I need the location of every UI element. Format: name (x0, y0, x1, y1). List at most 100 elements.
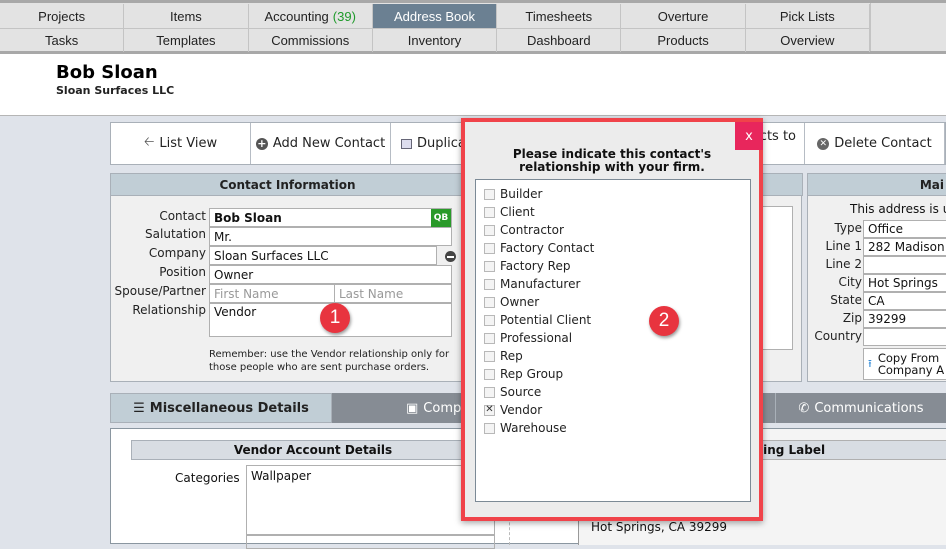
address-type-field[interactable]: Office (863, 220, 946, 238)
company-label: Company (148, 246, 206, 260)
main-address-panel: This address is u Type Office Line 1 282… (807, 196, 946, 382)
relationship-option[interactable]: Factory Rep (484, 257, 570, 275)
checkbox-unchecked[interactable] (484, 350, 495, 362)
address-city-field[interactable]: Hot Springs (863, 274, 946, 292)
nav-pick-lists[interactable]: Pick Lists (746, 4, 870, 28)
tab-misc-label: Miscellaneous Details (149, 400, 309, 416)
address-zip-field[interactable]: 39299 (863, 310, 946, 328)
checkbox-unchecked[interactable] (484, 242, 495, 254)
nav-overture[interactable]: Overture (621, 4, 746, 28)
relationship-option[interactable]: ✕ Vendor (484, 401, 542, 419)
address-usage-note: This address is u (850, 202, 946, 216)
categories-field[interactable]: Wallpaper (246, 465, 495, 535)
relationship-option[interactable]: Warehouse (484, 419, 567, 437)
nav-templates[interactable]: Templates (124, 29, 249, 52)
relationship-options-list: Builder Client Contractor Factory Contact Fa… (475, 179, 751, 502)
copy-upload-icon: ⭱ (868, 356, 872, 370)
nav-products[interactable]: Products (621, 29, 746, 52)
middle-panel-header (757, 173, 803, 196)
spouse-first-name-field[interactable]: First Name (209, 284, 335, 303)
relationship-selection-dialog: x Please indicate this contact's relatio… (461, 118, 763, 521)
contact-name-field[interactable]: Bob Sloan QB (209, 208, 452, 227)
relationship-option[interactable]: Manufacturer (484, 275, 580, 293)
contact-name-title: Bob Sloan (56, 62, 158, 83)
relationship-option-label: Rep (500, 349, 523, 363)
delete-contact-button[interactable]: ✕ Delete Contact (805, 123, 945, 164)
address-country-label: Country (814, 329, 862, 343)
checkbox-unchecked[interactable] (484, 314, 495, 326)
nav-inventory[interactable]: Inventory (373, 29, 498, 52)
relationship-option-label: Contractor (500, 223, 564, 237)
checkbox-unchecked[interactable] (484, 332, 495, 344)
account-number-field[interactable] (246, 535, 495, 549)
relationship-option[interactable]: Professional (484, 329, 572, 347)
checkbox-unchecked[interactable] (484, 386, 495, 398)
address-line1-field[interactable]: 282 Madison S (863, 238, 946, 256)
nav-items[interactable]: Items (124, 4, 249, 28)
tab-miscellaneous-details[interactable]: ☰ Miscellaneous Details (110, 393, 332, 423)
relationship-option[interactable]: Factory Contact (484, 239, 594, 257)
nav-timesheets[interactable]: Timesheets (497, 4, 622, 28)
contact-company-subtitle: Sloan Surfaces LLC (56, 84, 175, 97)
salutation-field[interactable]: Mr. (209, 227, 452, 246)
relationship-option-label: Potential Client (500, 313, 592, 327)
add-new-contact-label: Add New Contact (272, 136, 386, 151)
checkbox-unchecked[interactable] (484, 422, 495, 434)
tab-communications[interactable]: ✆ Communications (776, 393, 946, 423)
checkbox-unchecked[interactable] (484, 206, 495, 218)
nav-address-book[interactable]: Address Book (372, 4, 498, 28)
list-view-button[interactable]: 🡠 List View (111, 123, 251, 164)
relationship-option[interactable]: Builder (484, 185, 542, 203)
nav-row-1: Projects Items Accounting (39) Address Bo… (0, 4, 870, 28)
contact-information-panel: Contact Bob Sloan QB Salutation Mr. Compa… (110, 196, 465, 382)
relationship-option-label: Builder (500, 187, 543, 201)
checkbox-unchecked[interactable] (484, 260, 495, 272)
checkbox-unchecked[interactable] (484, 296, 495, 308)
relationship-option[interactable]: Potential Client (484, 311, 591, 329)
relationship-option[interactable]: Rep Group (484, 365, 563, 383)
position-label: Position (159, 265, 206, 279)
checkbox-unchecked[interactable] (484, 224, 495, 236)
address-line2-field[interactable] (863, 256, 946, 274)
add-new-contact-button[interactable]: + Add New Contact (251, 123, 391, 164)
relationship-option[interactable]: Owner (484, 293, 539, 311)
close-dialog-button[interactable]: x (735, 122, 763, 150)
checkbox-unchecked[interactable] (484, 188, 495, 200)
relationship-option[interactable]: Contractor (484, 221, 564, 239)
accounting-count-badge: (39) (332, 8, 356, 24)
address-country-field[interactable] (863, 328, 946, 346)
contact-header: Bob Sloan Sloan Surfaces LLC (0, 54, 946, 116)
relationship-option-label: Factory Rep (500, 259, 571, 273)
nav-tasks[interactable]: Tasks (0, 29, 125, 52)
checkbox-checked[interactable]: ✕ (484, 404, 495, 416)
nav-row-2: Tasks Templates Commissions Inventory Da… (0, 28, 870, 52)
relationship-option-label: Owner (500, 295, 540, 309)
address-city-label: City (838, 275, 862, 289)
categories-label: Categories (175, 471, 240, 485)
relationship-option[interactable]: Rep (484, 347, 523, 365)
nav-accounting[interactable]: Accounting (39) (249, 4, 373, 28)
position-field[interactable]: Owner (209, 265, 452, 284)
nav-dashboard[interactable]: Dashboard (497, 29, 622, 52)
relationship-option-label: Vendor (500, 403, 543, 417)
remove-company-icon[interactable] (445, 251, 456, 262)
address-state-field[interactable]: CA (863, 292, 946, 310)
nav-projects[interactable]: Projects (0, 4, 125, 28)
relationship-option[interactable]: Source (484, 383, 541, 401)
relationship-option[interactable]: Client (484, 203, 535, 221)
nav-commissions[interactable]: Commissions (249, 29, 373, 52)
salutation-label: Salutation (145, 227, 206, 241)
company-field[interactable]: Sloan Surfaces LLC (209, 246, 437, 265)
checkbox-unchecked[interactable] (484, 368, 495, 380)
nav-filler (870, 3, 946, 51)
relationship-option-label: Client (500, 205, 535, 219)
address-state-label: State (830, 293, 862, 307)
spouse-last-name-field[interactable]: Last Name (334, 284, 452, 303)
nav-overview[interactable]: Overview (746, 29, 870, 52)
quickbooks-badge-icon[interactable]: QB (431, 209, 451, 227)
copy-from-company-address-button[interactable]: ⭱ Copy From Company A (863, 348, 946, 380)
relationship-option-label: Manufacturer (500, 277, 581, 291)
relationship-option-label: Factory Contact (500, 241, 595, 255)
checkbox-unchecked[interactable] (484, 278, 495, 290)
delete-x-circle-icon: ✕ (817, 137, 830, 150)
